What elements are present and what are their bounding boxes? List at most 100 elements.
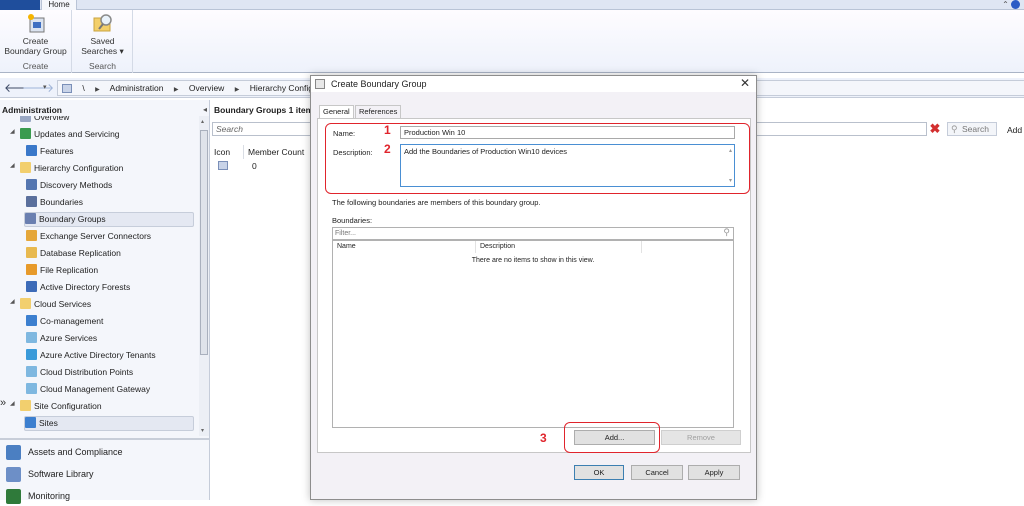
annotation-number-2: 2 [384, 142, 391, 156]
tree-item-label: Features [40, 146, 74, 156]
tree-item-features[interactable]: Features [26, 144, 80, 159]
ribbon: Create Boundary Group Create Saved Searc… [0, 10, 1024, 73]
close-icon[interactable]: ✕ [740, 76, 750, 90]
create-boundary-group-button[interactable]: Create Boundary Group [0, 12, 71, 56]
column-header-member-count[interactable]: Member Count [244, 145, 314, 159]
column-header-icon[interactable]: Icon [210, 145, 244, 159]
forward-button[interactable]: 🡒 [22, 81, 54, 95]
tree-item-azure-active-directory-tenants[interactable]: Azure Active Directory Tenants [26, 348, 162, 363]
tree-item-sites[interactable]: Sites [24, 416, 194, 431]
breadcrumb-overview[interactable]: Overview [189, 83, 224, 93]
breadcrumb-administration[interactable]: Administration [110, 83, 164, 93]
tree-item-database-replication[interactable]: Database Replication [26, 246, 127, 261]
results-title: Boundary Groups 1 items [214, 105, 318, 115]
tree-item-label: Cloud Distribution Points [40, 367, 134, 377]
tree-scrollbar[interactable]: ▴ ▾ [199, 116, 209, 436]
filter-placeholder: Filter... [335, 230, 357, 237]
workspace-monitoring[interactable]: Monitoring [6, 486, 70, 506]
co-management-icon [26, 315, 37, 327]
help-icon[interactable]: ⌃ [1002, 0, 1020, 10]
updates-icon [20, 128, 31, 140]
filter-input[interactable]: Filter... ⚲ [332, 227, 734, 240]
cancel-button[interactable]: Cancel [631, 465, 683, 480]
breadcrumb-separator-icon[interactable]: ▶ [235, 87, 240, 93]
ribbon-group-search: Saved Searches ▾ Search [73, 10, 133, 73]
expand-triangle-icon[interactable]: ◢ [10, 128, 15, 135]
sites-icon [25, 417, 36, 429]
workspace-software-library[interactable]: Software Library [6, 464, 94, 484]
scroll-up-icon[interactable]: ▴ [201, 118, 204, 125]
tab-home[interactable]: Home [41, 0, 77, 10]
scroll-down-icon[interactable]: ▾ [729, 177, 732, 184]
ribbon-group-create: Create Boundary Group Create [0, 10, 72, 73]
breadcrumb-separator-icon[interactable]: ▶ [95, 87, 100, 93]
expand-chevrons-icon: » [0, 397, 6, 409]
tree-item-label: Azure Services [40, 333, 98, 343]
breadcrumb-separator-icon[interactable]: ▶ [174, 87, 179, 93]
scrollbar-thumb[interactable] [200, 130, 208, 355]
column-header-description[interactable]: Description [476, 241, 642, 253]
search-button[interactable]: ⚲ Search [947, 122, 997, 136]
saved-searches-button[interactable]: Saved Searches ▾ [73, 12, 132, 56]
ok-button[interactable]: OK [574, 465, 624, 480]
tree-item-label: Active Directory Forests [40, 282, 131, 292]
description-textarea[interactable]: Add the Boundaries of Production Win10 d… [400, 144, 735, 187]
tab-general[interactable]: General [319, 105, 354, 118]
boundaries-list[interactable]: Name Description There are no items to s… [332, 240, 734, 428]
ribbon-tab-bar: Home ⌃ [0, 0, 1024, 10]
workspace-assets-and-compliance[interactable]: Assets and Compliance [6, 442, 123, 462]
assets-compliance-icon [6, 445, 21, 461]
add-button[interactable]: Add... [574, 430, 655, 445]
clear-search-icon[interactable]: ✖ [928, 122, 942, 136]
collapse-pane-icon[interactable]: ◂ [203, 105, 207, 114]
tree-item-cloud-management-gateway[interactable]: Cloud Management Gateway [26, 382, 156, 397]
dialog-titlebar[interactable]: Create Boundary Group ✕ [311, 76, 756, 92]
create-boundary-group-dialog: Create Boundary Group ✕ General Referenc… [310, 75, 757, 500]
name-input[interactable]: Production Win 10 [400, 126, 735, 139]
tree-item-site-configuration[interactable]: Site Configuration [20, 399, 108, 414]
tree-item-discovery-methods[interactable]: Discovery Methods [26, 178, 118, 193]
tree-item-hierarchy-configuration[interactable]: Hierarchy Configuration [20, 161, 129, 176]
create-boundary-group-icon [27, 14, 44, 33]
tree-item-exchange-server-connectors[interactable]: Exchange Server Connectors [26, 229, 157, 244]
navigation-pane-title: Administration [2, 105, 62, 115]
scroll-up-icon[interactable]: ▴ [729, 147, 732, 154]
tree-item-boundaries[interactable]: Boundaries [26, 195, 89, 210]
empty-list-message: There are no items to show in this view. [471, 257, 595, 264]
software-library-icon [6, 467, 21, 483]
tree-item-label: Co-management [40, 316, 104, 326]
file-replication-icon [26, 264, 37, 276]
scroll-down-icon[interactable]: ▾ [201, 427, 204, 434]
navigation-pane: Administration ◂ Overview Updates and Ser… [0, 100, 210, 505]
tab-references[interactable]: References [355, 105, 402, 118]
expand-triangle-icon[interactable]: ◢ [10, 298, 15, 305]
tree-item-label: Cloud Services [34, 299, 92, 309]
members-info-text: The following boundaries are members of … [332, 198, 541, 207]
tree-item-azure-services[interactable]: Azure Services [26, 331, 103, 346]
saved-searches-icon [93, 14, 112, 32]
breadcrumb-root[interactable]: \ [82, 83, 84, 93]
boundary-group-icon [218, 161, 228, 170]
expand-triangle-icon[interactable]: ◢ [10, 400, 15, 407]
history-dropdown[interactable]: ▾ [43, 81, 47, 95]
tree-item-file-replication[interactable]: File Replication [26, 263, 104, 278]
search-icon: ⚲ [951, 124, 958, 134]
remove-button[interactable]: Remove [661, 430, 741, 445]
annotation-number-3: 3 [540, 431, 547, 445]
tree-item-cloud-distribution-points[interactable]: Cloud Distribution Points [26, 365, 139, 380]
app-menu-button[interactable] [0, 0, 40, 10]
tree-item-co-management[interactable]: Co-management [26, 314, 109, 329]
tree-item-label: Discovery Methods [40, 180, 113, 190]
tree-item-active-directory-forests[interactable]: Active Directory Forests [26, 280, 136, 295]
apply-button[interactable]: Apply [688, 465, 740, 480]
column-header-name[interactable]: Name [333, 241, 476, 253]
add-criteria-link[interactable]: Add Criteria [1007, 125, 1024, 135]
tree-item-boundary-groups[interactable]: Boundary Groups [24, 212, 194, 227]
folder-icon [20, 162, 31, 174]
dialog-icon [315, 79, 325, 89]
expand-triangle-icon[interactable]: ◢ [10, 162, 15, 169]
tree-item-overview[interactable]: Overview [20, 116, 75, 125]
tree-item-label: Cloud Management Gateway [40, 384, 151, 394]
tree-item-cloud-services[interactable]: Cloud Services [20, 297, 97, 312]
tree-item-updates-and-servicing[interactable]: Updates and Servicing [20, 127, 126, 142]
